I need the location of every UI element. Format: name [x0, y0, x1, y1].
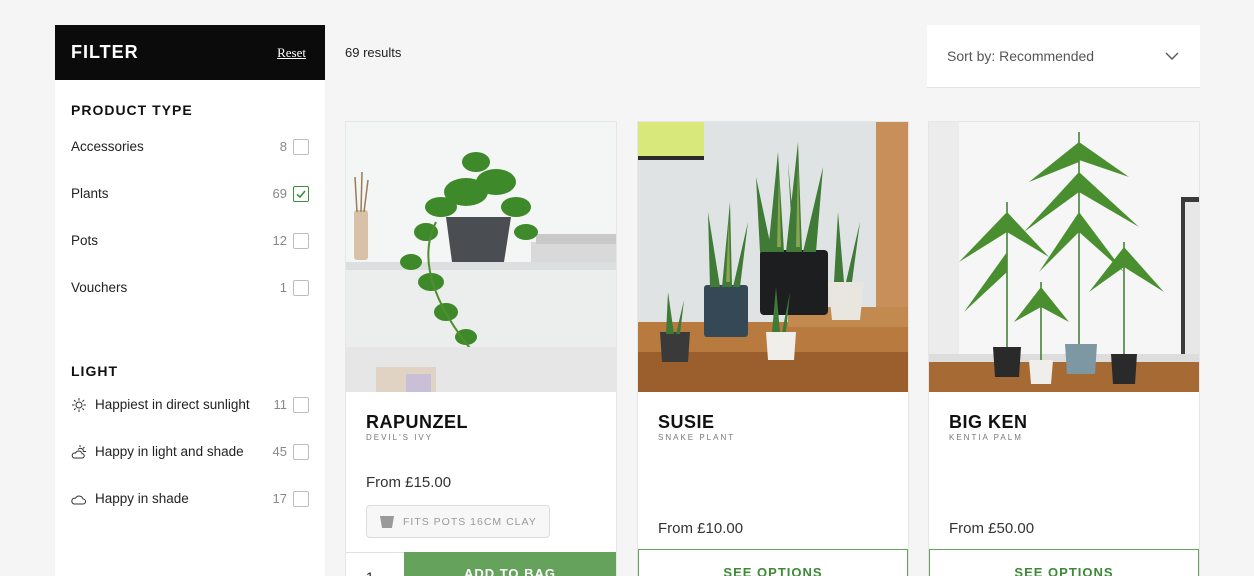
filter-header: FILTER Reset	[55, 25, 325, 80]
sun-icon	[71, 397, 87, 413]
product-subtitle: KENTIA PALM	[949, 433, 1023, 442]
direct-sunlight-checkbox[interactable]	[293, 396, 309, 413]
product-image-rapunzel[interactable]	[346, 122, 616, 392]
see-options-button[interactable]: SEE OPTIONS	[929, 549, 1199, 576]
filter-option-vouchers[interactable]: Vouchers 1	[55, 264, 325, 311]
fits-pots-label: FITS POTS 16CM CLAY	[403, 515, 537, 528]
reset-link[interactable]: Reset	[277, 45, 306, 61]
filter-option-direct-sunlight[interactable]: Happiest in direct sunlight 11	[55, 381, 325, 428]
product-name[interactable]: RAPUNZEL	[366, 412, 468, 433]
chevron-down-icon	[1164, 48, 1180, 64]
option-label: Happy in light and shade	[95, 444, 244, 459]
option-count: 45	[272, 444, 287, 459]
fits-pots-badge: FITS POTS 16CM CLAY	[366, 505, 550, 538]
product-name[interactable]: BIG KEN	[949, 412, 1028, 433]
option-label: Happiest in direct sunlight	[95, 397, 250, 412]
light-title: LIGHT	[71, 363, 118, 379]
option-count: 69	[272, 186, 287, 201]
option-count: 1	[279, 280, 287, 295]
sort-dropdown[interactable]: Sort by: Recommended	[927, 25, 1200, 88]
option-count: 8	[279, 139, 287, 154]
option-label: Happy in shade	[95, 491, 189, 506]
product-price: From £10.00	[658, 520, 744, 537]
filter-option-shade[interactable]: Happy in shade 17	[55, 475, 325, 522]
filter-title: FILTER	[71, 42, 139, 62]
pot-icon	[380, 515, 394, 528]
product-image-big-ken[interactable]	[929, 122, 1199, 392]
option-label: Vouchers	[71, 280, 128, 295]
product-type-title: PRODUCT TYPE	[71, 102, 193, 118]
accessories-checkbox[interactable]	[293, 138, 309, 155]
filter-option-light-and-shade[interactable]: Happy in light and shade 45	[55, 428, 325, 475]
product-card-susie[interactable]: SUSIE SNAKE PLANT From £10.00 SEE OPTION…	[637, 121, 909, 576]
product-price: From £15.00	[366, 474, 452, 491]
plants-checkbox[interactable]	[293, 185, 309, 202]
product-subtitle: SNAKE PLANT	[658, 433, 736, 442]
see-options-button[interactable]: SEE OPTIONS	[638, 549, 908, 576]
option-label: Accessories	[71, 139, 144, 154]
checkmark-icon	[296, 189, 306, 198]
product-subtitle: DEVIL'S IVY	[366, 433, 434, 442]
product-card-rapunzel[interactable]: RAPUNZEL DEVIL'S IVY From £15.00 FITS PO…	[345, 121, 617, 576]
product-card-big-ken[interactable]: BIG KEN KENTIA PALM From £50.00 SEE OPTI…	[928, 121, 1200, 576]
product-price: From £50.00	[949, 520, 1035, 537]
product-image-susie[interactable]	[638, 122, 908, 392]
light-and-shade-checkbox[interactable]	[293, 443, 309, 460]
option-label: Pots	[71, 233, 99, 248]
add-to-bag-button[interactable]: ADD TO BAG	[404, 552, 616, 576]
product-name[interactable]: SUSIE	[658, 412, 715, 433]
quantity-input[interactable]: 1	[346, 552, 404, 576]
sort-label: Sort by: Recommended	[947, 48, 1095, 64]
option-label: Plants	[71, 186, 109, 201]
vouchers-checkbox[interactable]	[293, 279, 309, 296]
option-count: 17	[272, 491, 287, 506]
sun-cloud-icon	[71, 444, 87, 460]
pots-checkbox[interactable]	[293, 232, 309, 249]
shade-checkbox[interactable]	[293, 490, 309, 507]
option-count: 11	[273, 397, 288, 412]
cloud-icon	[71, 491, 87, 507]
filter-option-plants[interactable]: Plants 69	[55, 170, 325, 217]
filter-option-pots[interactable]: Pots 12	[55, 217, 325, 264]
filter-sidebar: FILTER Reset PRODUCT TYPE Accessories 8 …	[55, 25, 325, 576]
option-count: 12	[272, 233, 287, 248]
filter-option-accessories[interactable]: Accessories 8	[55, 123, 325, 170]
results-count: 69 results	[345, 45, 402, 60]
